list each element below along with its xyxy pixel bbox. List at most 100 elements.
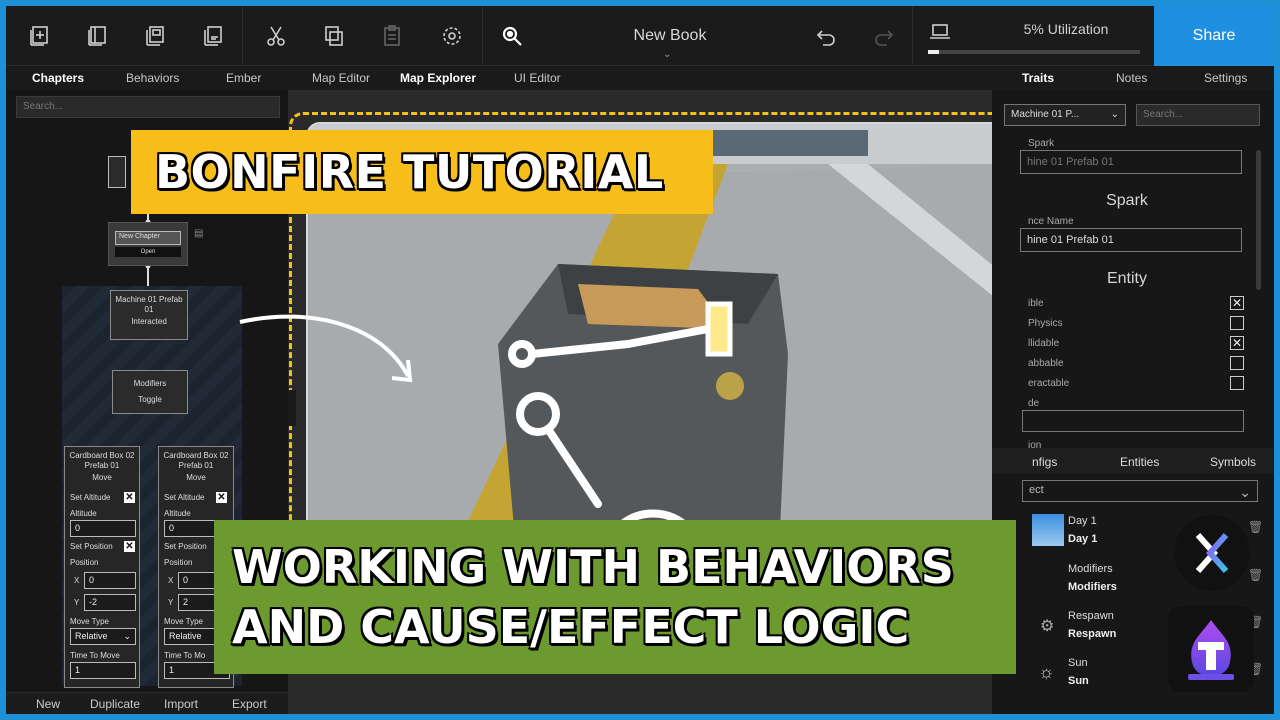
zoom-icon[interactable] bbox=[496, 22, 528, 50]
physics-checkbox[interactable] bbox=[1230, 316, 1244, 330]
sun-icon: ☼ bbox=[1038, 662, 1055, 682]
altitude-input[interactable]: 0 bbox=[70, 520, 136, 537]
move-node-title: Cardboard Box 02 Prefab 01 bbox=[69, 451, 135, 470]
tab-map-explorer[interactable]: Map Explorer bbox=[400, 71, 476, 85]
utilization-label: 5% Utilization bbox=[1023, 21, 1109, 37]
paste-icon[interactable] bbox=[198, 22, 230, 50]
tab-configs[interactable]: nfigs bbox=[1032, 455, 1057, 469]
position-x-input[interactable]: 0 bbox=[84, 572, 136, 589]
chevron-down-icon: ⌄ bbox=[1110, 109, 1119, 120]
utilization-bar-fill bbox=[928, 50, 939, 54]
tab-ui-editor[interactable]: UI Editor bbox=[514, 71, 561, 85]
traits-search-input[interactable]: Search... bbox=[1136, 104, 1260, 126]
altitude-label: Altitude bbox=[70, 509, 97, 518]
chapter-node[interactable]: New Chapter Open bbox=[108, 222, 188, 266]
tab-behaviors[interactable]: Behaviors bbox=[126, 71, 179, 85]
move-node-action: Move bbox=[92, 473, 112, 482]
library-item-name: Modifiers bbox=[1068, 563, 1113, 575]
scrollbar[interactable] bbox=[1256, 150, 1261, 290]
modifier-node[interactable]: Modifiers Toggle bbox=[112, 370, 188, 414]
position-y-input[interactable]: -2 bbox=[84, 594, 136, 611]
duplicate-button[interactable]: Duplicate bbox=[90, 697, 140, 711]
collidable-label: llidable bbox=[1028, 338, 1060, 349]
library-item[interactable]: Respawn Respawn bbox=[1068, 607, 1116, 643]
set-altitude-checkbox[interactable]: ✕ bbox=[216, 492, 227, 503]
set-position-checkbox[interactable]: ✕ bbox=[124, 541, 135, 552]
chapter-node-title[interactable]: New Chapter bbox=[115, 231, 181, 245]
tab-map-editor[interactable]: Map Editor bbox=[312, 71, 370, 85]
visible-checkbox[interactable]: ✕ bbox=[1230, 296, 1244, 310]
set-altitude-checkbox[interactable]: ✕ bbox=[124, 492, 135, 503]
tab-symbols[interactable]: Symbols bbox=[1210, 455, 1256, 469]
gear-icon[interactable] bbox=[436, 22, 468, 50]
trigger-node[interactable]: Machine 01 Prefab 01 Interacted bbox=[110, 290, 188, 340]
time-to-move-label: Time To Mo bbox=[164, 651, 206, 660]
modifier-node-action: Toggle bbox=[138, 395, 162, 404]
top-toolbar: New Book ⌄ 5% Utilization Share bbox=[6, 6, 1274, 66]
new-chapter-icon[interactable] bbox=[24, 22, 56, 50]
book-icon[interactable] bbox=[82, 22, 114, 50]
tab-settings[interactable]: Settings bbox=[1204, 71, 1247, 85]
tab-traits[interactable]: Traits bbox=[1022, 71, 1054, 85]
move-type-select[interactable]: Relative ⌄ bbox=[70, 628, 136, 645]
move-type-label: Move Type bbox=[164, 617, 203, 626]
altitude-label: Altitude bbox=[164, 509, 191, 518]
bonfire-logo bbox=[1168, 606, 1254, 692]
library-item-sub: Respawn bbox=[1068, 628, 1117, 640]
tab-entities[interactable]: Entities bbox=[1120, 455, 1159, 469]
physics-label: Physics bbox=[1028, 318, 1063, 329]
move-node-title: Cardboard Box 02 Prefab 01 bbox=[163, 451, 229, 470]
redo-icon[interactable] bbox=[868, 22, 900, 50]
tab-notes[interactable]: Notes bbox=[1116, 71, 1147, 85]
time-to-move-input[interactable]: 1 bbox=[70, 662, 136, 679]
trash-icon[interactable]: 🗑 bbox=[1248, 520, 1263, 534]
chevron-down-icon: ⌄ bbox=[123, 631, 131, 641]
chevron-down-icon: ⌄ bbox=[1239, 484, 1251, 500]
book-title[interactable]: New Book bbox=[606, 27, 734, 45]
clipboard-icon[interactable] bbox=[376, 22, 408, 50]
library-filter-select[interactable]: ect ⌄ bbox=[1022, 480, 1258, 502]
move-node-action: Move bbox=[186, 473, 206, 482]
library-item-name: Respawn bbox=[1068, 610, 1114, 622]
library-item-sub: Modifiers bbox=[1068, 581, 1117, 593]
chevron-down-icon[interactable]: ⌄ bbox=[663, 49, 671, 60]
export-button[interactable]: Export bbox=[232, 697, 267, 711]
import-button[interactable]: Import bbox=[164, 697, 198, 711]
library-item[interactable]: Day 1 Day 1 bbox=[1068, 512, 1097, 548]
entity-heading: Entity bbox=[1106, 270, 1147, 287]
instance-name-label: nce Name bbox=[1028, 216, 1074, 227]
library-item-name: Day 1 bbox=[1068, 515, 1097, 527]
grabbable-checkbox[interactable] bbox=[1230, 356, 1244, 370]
document-icon[interactable]: ▤ bbox=[194, 228, 203, 239]
cut-icon[interactable] bbox=[260, 22, 292, 50]
copy-icon[interactable] bbox=[140, 22, 172, 50]
trash-icon[interactable]: 🗑 bbox=[1248, 568, 1263, 582]
instance-name-input[interactable]: hine 01 Prefab 01 bbox=[1020, 228, 1242, 252]
spark-heading: Spark bbox=[1106, 192, 1148, 209]
interactable-checkbox[interactable] bbox=[1230, 376, 1244, 390]
left-tab-row: Chapters Behaviors Ember bbox=[6, 66, 288, 90]
move-type-label: Move Type bbox=[70, 617, 109, 626]
undo-icon[interactable] bbox=[810, 22, 842, 50]
title-banner: BONFIRE TUTORIAL bbox=[131, 130, 713, 214]
graph-node-partial[interactable] bbox=[108, 156, 126, 188]
chapter-open-button[interactable]: Open bbox=[115, 247, 181, 257]
library-item[interactable]: Modifiers Modifiers bbox=[1068, 560, 1117, 596]
modifier-node-title: Modifiers bbox=[133, 379, 167, 388]
spark-select[interactable]: Machine 01 P... ⌄ bbox=[1004, 104, 1126, 126]
duplicate-icon[interactable] bbox=[318, 22, 350, 50]
time-to-move-label: Time To Move bbox=[70, 651, 120, 660]
tab-ember[interactable]: Ember bbox=[226, 71, 261, 85]
collidable-checkbox[interactable]: ✕ bbox=[1230, 336, 1244, 350]
subtitle-line-2: AND CAUSE/EFFECT LOGIC bbox=[232, 600, 910, 654]
tab-chapters[interactable]: Chapters bbox=[32, 71, 84, 85]
mode-field[interactable] bbox=[1022, 410, 1244, 432]
library-item[interactable]: Sun Sun bbox=[1068, 654, 1089, 690]
library-item-sub: Day 1 bbox=[1068, 533, 1098, 545]
spark-label: Spark bbox=[1028, 138, 1055, 149]
center-tab-row: Map Editor Map Explorer UI Editor bbox=[288, 66, 992, 90]
spark-select-value: Machine 01 P... bbox=[1011, 109, 1080, 120]
spark-field[interactable]: hine 01 Prefab 01 bbox=[1020, 150, 1242, 174]
new-button[interactable]: New bbox=[36, 697, 60, 711]
share-button[interactable]: Share bbox=[1154, 6, 1274, 66]
